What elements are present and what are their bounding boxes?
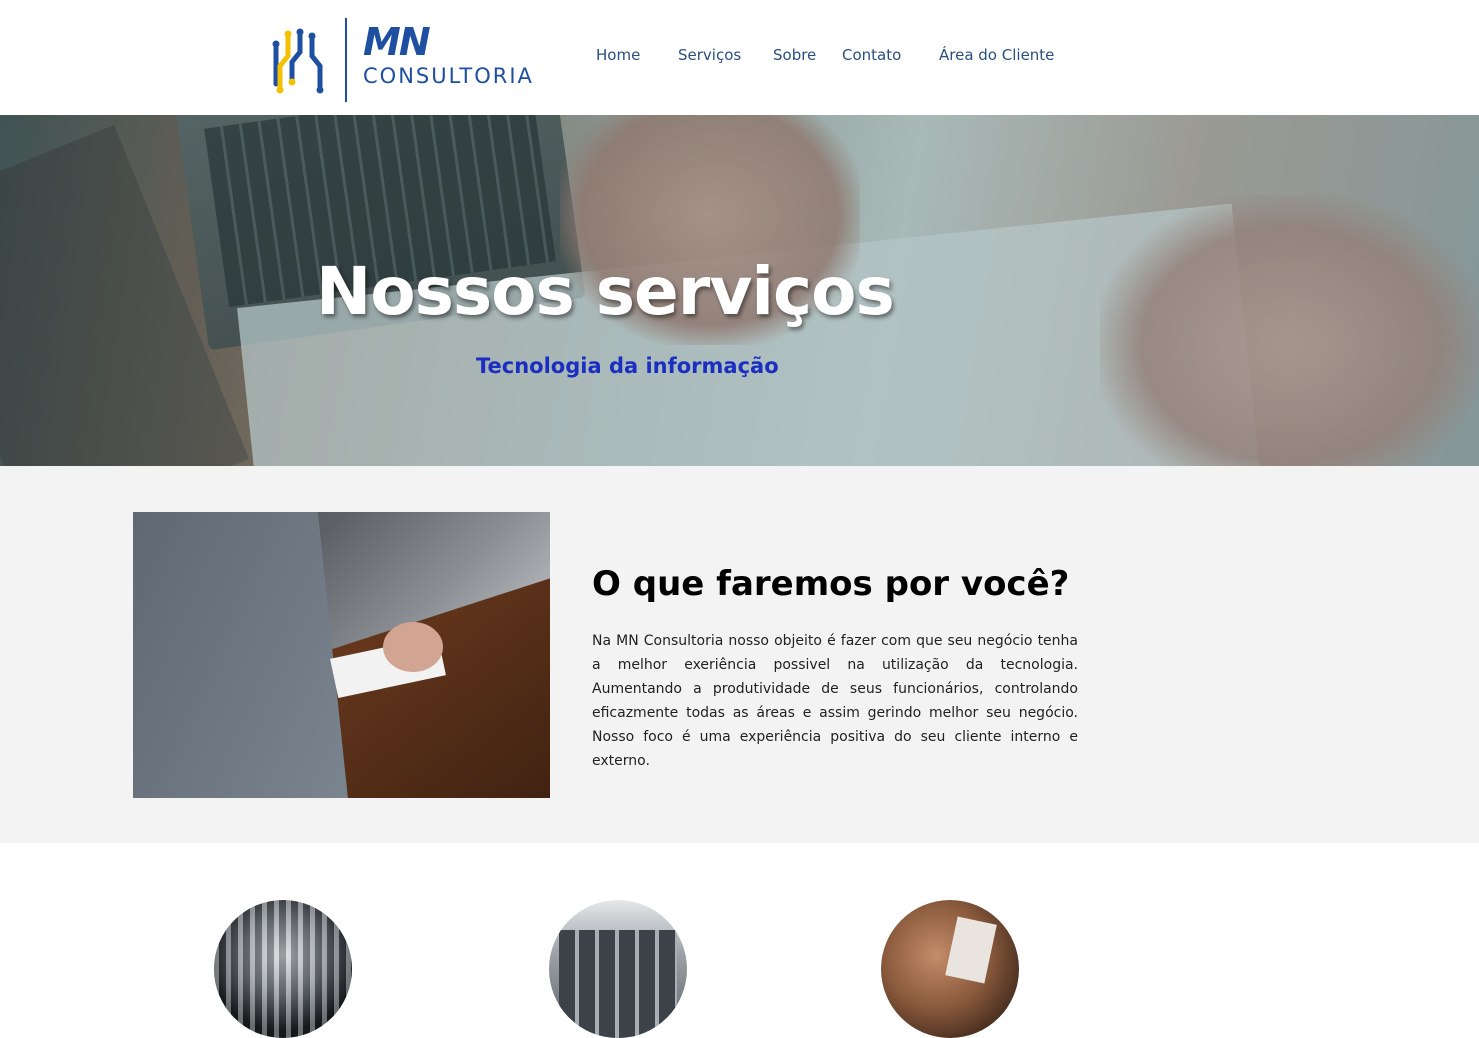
hero-subtitle: Tecnologia da informação [476, 354, 779, 378]
support-image-detail [945, 916, 997, 984]
service-image-support[interactable] [881, 900, 1019, 1038]
service-image-hardware[interactable] [214, 900, 352, 1038]
site-header: MN CONSULTORIA Home Serviços Sobre Conta… [0, 0, 1479, 115]
logo-subtext: CONSULTORIA [363, 64, 534, 88]
service-image-servers[interactable] [549, 900, 687, 1038]
about-body: Na MN Consultoria nosso objeito é fazer … [592, 633, 1078, 769]
logo[interactable]: MN CONSULTORIA [268, 18, 548, 104]
nav-home[interactable]: Home [596, 46, 640, 64]
meeting-photo [133, 512, 550, 798]
logo-divider [345, 18, 347, 102]
hardware-image-detail [214, 900, 352, 1038]
logo-mn-text: MN [363, 20, 431, 64]
circuit-icon [272, 28, 324, 94]
nav-sobre[interactable]: Sobre [773, 46, 816, 64]
nav-servicos[interactable]: Serviços [678, 46, 741, 64]
nav-contato[interactable]: Contato [842, 46, 901, 64]
photo-person [133, 512, 350, 798]
hero-title: Nossos serviços [316, 253, 895, 330]
hero-banner: Nossos serviços Tecnologia da informação [0, 115, 1479, 466]
nav-area-do-cliente[interactable]: Área do Cliente [939, 46, 1054, 64]
photo-hand [383, 622, 443, 672]
about-section: O que faremos por você? Na MN Consultori… [0, 466, 1479, 843]
servers-image-detail [559, 930, 677, 1038]
about-heading: O que faremos por você? [592, 564, 1070, 604]
